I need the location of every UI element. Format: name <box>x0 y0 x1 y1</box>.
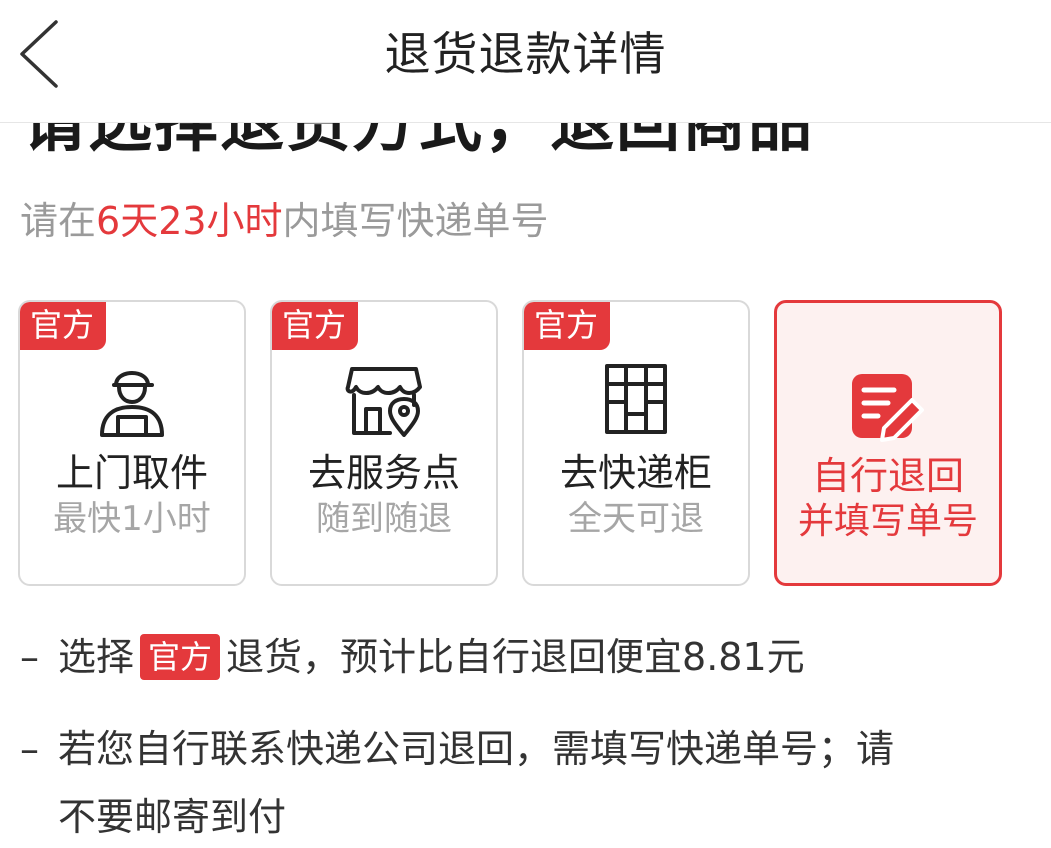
locker-icon <box>605 364 667 434</box>
note-official-saving: – 选择 官方 退货，预计比自行退回便宜8.81元 <box>20 626 805 688</box>
deadline-suffix: 内填写快递单号 <box>282 199 549 243</box>
heading-clip: 请选择退货方式，退回商品 <box>0 122 1051 172</box>
store-location-icon <box>345 367 422 437</box>
option-title: 去快递柜 <box>559 451 712 495</box>
option-subtitle: 全天可退 <box>568 499 704 539</box>
option-title: 去服务点 <box>307 451 460 495</box>
deadline-text: 请在6天23小时内填写快递单号 <box>20 196 549 246</box>
note-self-return: – 若您自行联系快递公司退回，需填写快递单号；请 <box>20 718 894 780</box>
option-self-return[interactable]: 自行退回 并填写单号 <box>774 300 1002 586</box>
option-subtitle: 并填写单号 <box>797 501 978 542</box>
note-dash: – <box>20 635 39 679</box>
note-self-return-cont: 不要邮寄到付 <box>58 795 287 839</box>
option-subtitle: 随到随退 <box>316 499 452 539</box>
option-locker[interactable]: 官方 去快递柜 全天可退 <box>522 300 750 586</box>
edit-note-icon <box>852 374 924 442</box>
official-badge: 官方 <box>20 302 106 350</box>
note-text: 若您自行联系快递公司退回，需填写快递单号；请 <box>58 727 895 771</box>
official-badge: 官方 <box>140 634 221 680</box>
official-badge: 官方 <box>524 302 610 350</box>
courier-icon <box>100 371 164 437</box>
deadline-prefix: 请在 <box>20 199 97 243</box>
option-subtitle: 最快1小时 <box>53 499 211 539</box>
nav-header: 退货退款详情 <box>0 0 1051 123</box>
official-badge: 官方 <box>272 302 358 350</box>
option-title: 上门取件 <box>55 451 208 495</box>
option-title: 自行退回 <box>811 454 964 498</box>
note-text: 选择 <box>58 635 135 679</box>
option-service-point[interactable]: 官方 去服务点 随到随退 <box>270 300 498 586</box>
page-title: 退货退款详情 <box>384 27 667 81</box>
section-heading: 请选择退货方式，退回商品 <box>22 122 814 161</box>
option-pickup[interactable]: 官方 上门取件 最快1小时 <box>18 300 246 586</box>
note-text: 退货，预计比自行退回便宜8.81元 <box>226 635 805 679</box>
note-dash: – <box>20 727 39 771</box>
deadline-time: 6天23小时 <box>96 199 283 243</box>
